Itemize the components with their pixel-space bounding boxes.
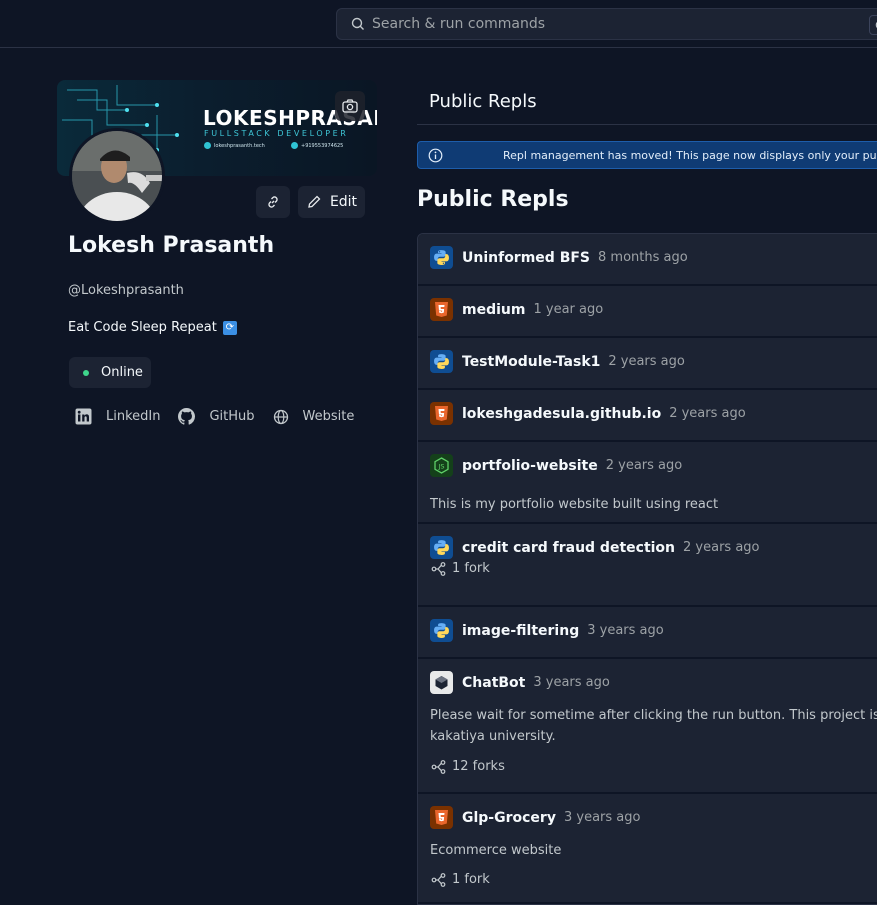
repl-forks: 1 fork — [431, 872, 490, 887]
globe-icon — [273, 409, 288, 424]
html5-icon — [430, 402, 453, 425]
repl-card[interactable]: lokeshgadesula.github.io 2 years ago — [418, 390, 877, 442]
profile-name: Lokesh Prasanth — [68, 233, 275, 258]
repl-title[interactable]: image-filtering — [462, 623, 579, 639]
html5-icon — [430, 806, 453, 829]
python-icon — [430, 536, 453, 559]
repl-card[interactable]: credit card fraud detection 2 years ago … — [418, 524, 877, 607]
repl-card[interactable]: medium 1 year ago — [418, 286, 877, 338]
repl-title[interactable]: portfolio-website — [462, 458, 598, 474]
repl-time: 1 year ago — [533, 302, 604, 317]
repl-forks: 12 forks — [431, 759, 505, 774]
linkedin-icon — [75, 408, 92, 425]
banner-website: lokeshprasanth.tech — [204, 142, 265, 149]
repl-time: 8 months ago — [598, 250, 688, 265]
html5-icon — [430, 298, 453, 321]
search-bar[interactable]: Search & run commands C — [336, 8, 877, 40]
repl-description: This is my portfolio website built using… — [430, 497, 719, 512]
search-placeholder: Search & run commands — [372, 16, 546, 32]
repl-title[interactable]: medium — [462, 302, 525, 318]
repl-title[interactable]: Uninformed BFS — [462, 250, 590, 266]
fork-icon — [431, 561, 446, 576]
repl-card[interactable]: TestModule-Task1 2 years ago — [418, 338, 877, 390]
github-icon — [178, 408, 196, 425]
github-link[interactable]: GitHub — [178, 408, 255, 425]
info-icon — [428, 148, 443, 163]
repl-title[interactable]: TestModule-Task1 — [462, 354, 600, 370]
online-status-badge: Online — [69, 357, 151, 388]
repl-card[interactable]: Glp-Grocery 3 years ago Ecommerce websit… — [418, 794, 877, 904]
python-icon — [430, 350, 453, 373]
copy-link-button[interactable] — [256, 186, 290, 218]
repl-card[interactable]: image-filtering 3 years ago — [418, 607, 877, 659]
repl-description: Please wait for sometime after clicking … — [430, 708, 877, 723]
profile-bio: Eat Code Sleep Repeat ⟳ — [68, 320, 237, 335]
social-links: LinkedIn GitHub Website — [75, 408, 372, 425]
repl-time: 2 years ago — [683, 540, 760, 555]
repl-list: Uninformed BFS 8 months ago medium 1 yea… — [417, 233, 877, 905]
repl-card[interactable]: ChatBot 3 years ago Please wait for some… — [418, 659, 877, 794]
link-icon — [268, 196, 278, 208]
repl-card[interactable]: Uninformed BFS 8 months ago — [418, 234, 877, 286]
repl-time: 2 years ago — [605, 458, 683, 473]
search-shortcut-key: C — [869, 15, 877, 35]
python-icon — [430, 619, 453, 642]
svg-text:JS: JS — [437, 462, 444, 470]
top-bar: Search & run commands C — [0, 0, 877, 48]
repl-title[interactable]: lokeshgadesula.github.io — [462, 406, 661, 422]
section-title: Public Repls — [417, 187, 569, 212]
search-icon — [351, 17, 365, 31]
nodejs-icon: JS — [430, 454, 453, 477]
repl-time: 2 years ago — [608, 354, 685, 369]
repl-description-line-2: kakatiya university. — [430, 729, 556, 744]
website-link[interactable]: Website — [273, 409, 354, 425]
repl-time: 3 years ago — [533, 675, 610, 690]
blank-repl-icon — [430, 671, 453, 694]
tab-divider — [417, 124, 877, 125]
profile-handle: @Lokeshprasanth — [68, 283, 184, 298]
banner-phone: +919553974625 — [291, 142, 343, 149]
change-banner-button[interactable] — [335, 91, 365, 121]
pencil-icon — [308, 195, 321, 208]
repl-forks: 1 fork — [431, 561, 490, 576]
web-icon — [204, 142, 211, 149]
repl-time: 2 years ago — [669, 406, 746, 421]
repeat-icon: ⟳ — [222, 320, 237, 335]
repl-title[interactable]: ChatBot — [462, 675, 525, 691]
banner-subtitle: FULLSTACK DEVELOPER — [204, 129, 349, 138]
tab-public-repls[interactable]: Public Repls — [417, 82, 551, 125]
repl-time: 3 years ago — [563, 810, 641, 825]
repl-management-notice: Repl management has moved! This page now… — [417, 141, 877, 169]
camera-icon — [342, 99, 358, 113]
repl-time: 3 years ago — [587, 623, 664, 638]
avatar[interactable] — [69, 128, 165, 224]
fork-icon — [431, 872, 446, 887]
repl-description: Ecommerce website — [430, 843, 562, 858]
repl-title[interactable]: Glp-Grocery — [462, 810, 556, 826]
edit-profile-button[interactable]: Edit — [298, 186, 365, 218]
fork-icon — [431, 759, 446, 774]
repl-title[interactable]: credit card fraud detection — [462, 540, 675, 556]
online-dot-icon — [83, 369, 89, 376]
linkedin-link[interactable]: LinkedIn — [75, 408, 160, 425]
phone-icon — [291, 142, 298, 149]
repl-card[interactable]: JS portfolio-website 2 years ago This is… — [418, 442, 877, 524]
python-icon — [430, 246, 453, 269]
